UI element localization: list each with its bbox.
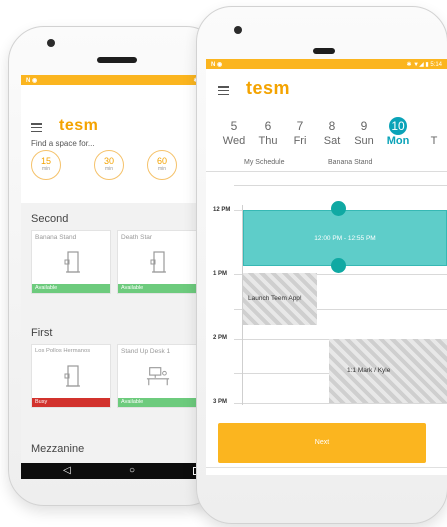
tab-my-schedule[interactable]: My Schedule [244,159,284,166]
date-day: Fri [293,135,307,147]
duration-30-button[interactable]: 30 min [94,150,124,180]
section-title-first: First [31,327,53,339]
left-phone-frame: N ◉ ✱ ▼ tesm Find a space for... 15 min … [8,26,222,506]
android-nav-bar: ◁ ○ [21,463,211,479]
grid-line [234,185,447,186]
right-phone-screen: N ◉ ✱ ▼◢ ▮ 5:14 tesm 5 Wed 6 Thu 7 Fri 8… [206,59,447,475]
tab-banana-stand[interactable]: Banana Stand [328,159,372,166]
front-camera [234,26,242,34]
menu-icon[interactable] [218,86,229,96]
room-card-los-pollos-hermanos[interactable]: Los Pollos Hermanos Busy [31,344,111,408]
speaker-grille [313,48,335,54]
room-name: Los Pollos Hermanos [35,348,91,354]
date-number: 9 [360,119,368,133]
desk-icon [146,367,170,386]
date-day: Wed [222,135,246,147]
room-card-banana-stand[interactable]: Banana Stand Available [31,230,111,294]
room-name: Death Star [121,234,153,241]
divider [206,171,447,172]
new-booking-block[interactable]: 12:00 PM - 12:55 PM [243,210,447,266]
date-number: 10 [389,117,407,135]
divider [206,467,447,468]
room-name: Banana Stand [35,234,77,241]
date-day: Mon [386,135,410,147]
app-logo: tesm [59,117,99,134]
section-title-mezzanine: Mezzanine [31,443,85,455]
speaker-grille [97,57,137,63]
status-bar: N ◉ ✱ ▼◢ ▮ 5:14 [206,59,447,69]
front-camera [47,39,55,47]
date-sat-8[interactable]: 8 Sat [318,117,346,147]
event-title: Launch Teem App! [248,295,302,302]
booking-end-drag-handle[interactable] [331,258,346,273]
duration-value: 30 [103,156,114,166]
menu-icon[interactable] [31,123,42,133]
right-phone-frame: N ◉ ✱ ▼◢ ▮ 5:14 tesm 5 Wed 6 Thu 7 Fri 8… [196,6,447,524]
door-icon [64,365,80,387]
date-mon-10-selected[interactable]: 10 Mon [384,117,412,147]
date-day: Sun [354,135,374,147]
home-icon[interactable]: ○ [129,466,135,476]
date-number: 6 [264,119,272,133]
date-tue-partial[interactable]: T [424,117,444,147]
status-badge: Available [32,284,110,293]
date-sun-9[interactable]: 9 Sun [350,117,378,147]
date-number: 5 [230,119,238,133]
left-phone-screen: N ◉ ✱ ▼ tesm Find a space for... 15 min … [21,75,211,479]
status-badge: Busy [32,398,110,407]
event-launch-teem-app[interactable]: Launch Teem App! [243,273,317,325]
time-label: 12 PM [213,207,231,213]
back-icon[interactable]: ◁ [63,466,71,476]
date-fri-7[interactable]: 7 Fri [286,117,314,147]
date-number: 8 [328,119,336,133]
app-logo: tesm [246,78,291,98]
date-day: T [430,135,438,147]
duration-unit: min [157,166,167,172]
door-icon [64,251,80,273]
door-icon [150,251,166,273]
time-label: 1 PM [213,271,228,277]
duration-15-button[interactable]: 15 min [31,150,61,180]
date-wed-5[interactable]: 5 Wed [220,117,248,147]
time-label: 2 PM [213,335,228,341]
duration-unit: min [104,166,114,172]
section-title-second: Second [31,213,69,225]
status-icons-left: N ◉ [211,61,223,68]
booking-time-range: 12:00 PM - 12:55 PM [314,235,376,242]
date-day: Sat [323,135,341,147]
event-1-1-mark-kyle[interactable]: 1:1 Mark / Kyle [329,339,447,403]
duration-unit: min [41,166,51,172]
status-icons-left: N ◉ [26,77,38,84]
date-thu-6[interactable]: 6 Thu [254,117,282,147]
duration-value: 60 [156,156,167,166]
find-space-prompt: Find a space for... [31,139,95,148]
status-bar: N ◉ ✱ ▼ [21,75,211,85]
date-number: 7 [296,119,304,133]
status-icons-right: ✱ ▼◢ ▮ 5:14 [406,61,442,68]
duration-60-button[interactable]: 60 min [147,150,177,180]
room-name: Stand Up Desk 1 [121,348,171,355]
grid-line [234,403,447,404]
next-button[interactable]: Next [218,423,426,463]
duration-value: 15 [40,156,51,166]
booking-start-drag-handle[interactable] [331,201,346,216]
date-number [424,117,444,135]
date-day: Thu [258,135,278,147]
event-title: 1:1 Mark / Kyle [347,367,391,374]
